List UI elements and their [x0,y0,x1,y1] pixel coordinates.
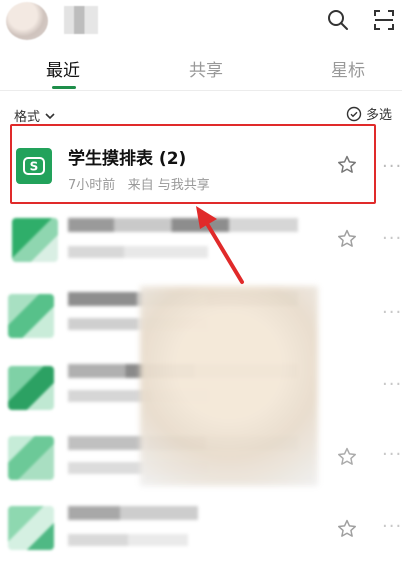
top-bar [0,0,402,44]
blurred-text [68,218,298,232]
blurred-text [68,506,198,520]
spreadsheet-icon [8,436,54,480]
multi-select-button[interactable]: 多选 [346,104,392,123]
tab-recent[interactable]: 最近 [46,56,80,81]
avatar[interactable] [6,2,48,40]
star-icon[interactable] [336,518,358,540]
more-icon[interactable]: ··· [382,228,402,249]
tab-shared[interactable]: 共享 [189,56,223,81]
star-icon[interactable] [336,228,358,250]
username-blurred [64,6,98,34]
format-filter[interactable]: 格式 [14,106,56,125]
spreadsheet-icon [8,366,54,410]
scan-icon[interactable] [370,6,398,34]
more-icon[interactable]: ··· [382,516,402,537]
tab-starred[interactable]: 星标 [331,56,365,81]
spreadsheet-icon [8,506,54,550]
spreadsheet-icon [8,294,54,338]
multi-select-label: 多选 [365,108,392,123]
chevron-down-icon [45,112,55,119]
blurred-text [68,534,188,546]
spreadsheet-icon [12,218,58,262]
blurred-overlay [140,286,318,486]
format-filter-label: 格式 [14,110,41,125]
more-icon[interactable]: ··· [382,156,402,177]
more-icon[interactable]: ··· [382,302,402,323]
active-tab-indicator [52,86,76,89]
check-circle-icon [346,106,362,121]
list-item-blurred[interactable]: ··· [0,502,402,568]
list-item-blurred[interactable]: ··· [0,210,402,276]
star-icon[interactable] [336,446,358,468]
more-icon[interactable]: ··· [382,444,402,465]
blurred-text [68,246,208,258]
more-icon[interactable]: ··· [382,374,402,395]
divider [0,90,402,91]
tab-bar: 最近 共享 星标 [0,48,402,90]
highlight-box [10,124,376,204]
search-icon[interactable] [324,6,352,34]
